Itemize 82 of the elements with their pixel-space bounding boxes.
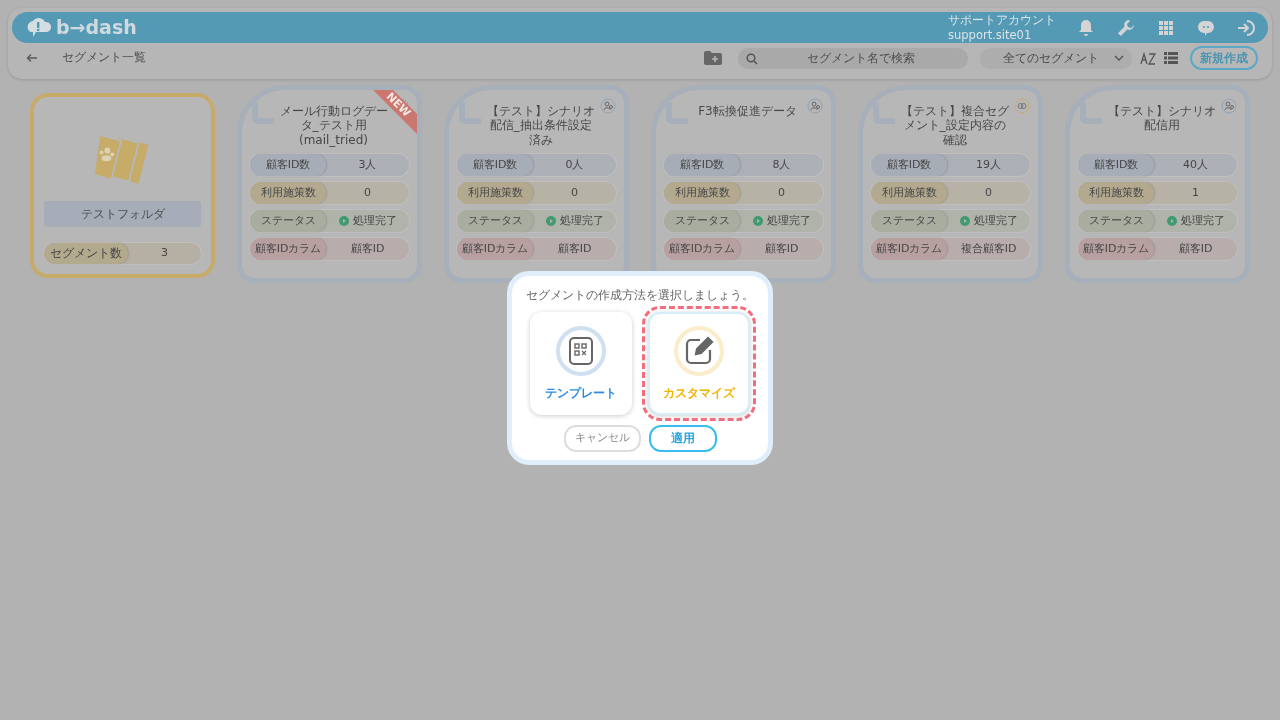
id-column-label: 顧客IDカラム [664, 238, 740, 260]
campaign-count-label: 利用施策数 [250, 182, 326, 204]
status-value: 処理完了 [766, 212, 811, 229]
customer-count-value: 8人 [772, 156, 791, 173]
id-column-value: 顧客ID [764, 240, 799, 257]
campaign-count-value: 1 [1192, 184, 1199, 201]
customer-count-value: 19人 [976, 156, 1001, 173]
id-column-label: 顧客IDカラム [250, 238, 326, 260]
segment-name: 【テスト】シナリオ配信_抽出条件設定済み [485, 104, 596, 148]
page-title: セグメント一覧 [62, 49, 146, 67]
id-column-value: 顧客ID [1178, 240, 1213, 257]
person-target-icon [600, 98, 616, 114]
id-column-label: 顧客IDカラム [1078, 238, 1154, 260]
play-icon [959, 216, 970, 226]
folder-name: テストフォルダ [44, 200, 201, 227]
sort-alphabetical-icon[interactable] [1140, 51, 1156, 65]
customer-count-label: 顧客ID数 [871, 154, 947, 176]
dialog-prompt: セグメントの作成方法を選択しましょう。 [526, 287, 754, 304]
status-label: ステータス [457, 210, 533, 232]
customer-count-label: 顧客ID数 [250, 154, 326, 176]
campaign-count-value: 0 [985, 184, 992, 201]
customer-count-label: 顧客ID数 [1078, 154, 1154, 176]
folder-card[interactable]: テストフォルダ セグメント数 3 [30, 93, 215, 278]
segment-count-label: セグメント数 [44, 242, 128, 264]
segment-card[interactable]: 【テスト】シナリオ配信_抽出条件設定済み 顧客ID数 0人 利用施策数 0 ステータス 処理完了 顧客IDカラム 顧客ID [444, 85, 629, 283]
campaign-count-label: 利用施策数 [871, 182, 947, 204]
folder-add-icon[interactable] [704, 51, 722, 65]
status-label: ステータス [871, 210, 947, 232]
segment-card[interactable]: F3転換促進データ 顧客ID数 8人 利用施策数 0 ステータス 処理完了 顧客IDカラム 顧客ID [651, 85, 836, 283]
customer-count-value: 40人 [1183, 156, 1208, 173]
campaign-count-value: 0 [778, 184, 785, 201]
campaign-count-label: 利用施策数 [457, 182, 533, 204]
apply-button[interactable]: 適用 [648, 425, 717, 452]
create-method-option[interactable]: テンプレート [530, 312, 632, 415]
id-column-value: 顧客ID [350, 240, 385, 257]
play-icon [338, 216, 349, 226]
id-column-value: 複合顧客ID [960, 240, 1017, 257]
back-arrow-icon[interactable] [26, 53, 38, 63]
campaign-count-label: 利用施策数 [1078, 182, 1154, 204]
status-value: 処理完了 [559, 212, 604, 229]
campaign-count-value: 0 [364, 184, 371, 201]
sign-in-icon[interactable] [1236, 17, 1256, 38]
segment-name: 【テスト】シナリオ配信用 [1106, 104, 1217, 135]
campaign-count-label: 利用施策数 [664, 182, 740, 204]
status-label: ステータス [664, 210, 740, 232]
play-icon [752, 216, 763, 226]
search-icon [746, 52, 758, 65]
template-icon [568, 335, 594, 366]
linked-circles-icon [1014, 98, 1030, 114]
id-column-label: 顧客IDカラム [871, 238, 947, 260]
campaign-count-value: 0 [571, 184, 578, 201]
segment-name: 【テスト】複合セグメント_設定内容の確認 [899, 104, 1010, 148]
list-view-icon[interactable] [1164, 52, 1178, 64]
status-value: 処理完了 [1180, 212, 1225, 229]
play-icon [545, 216, 556, 226]
customer-count-label: 顧客ID数 [664, 154, 740, 176]
customer-count-value: 0人 [565, 156, 584, 173]
wrench-icon[interactable] [1116, 17, 1136, 38]
segment-name: F3転換促進データ [697, 104, 798, 120]
customer-count-label: 顧客ID数 [457, 154, 533, 176]
chevron-down-icon [1114, 55, 1124, 61]
id-column-label: 顧客IDカラム [457, 238, 533, 260]
segment-count-value: 3 [160, 245, 169, 262]
edit-icon [684, 335, 714, 366]
person-target-icon [807, 98, 823, 114]
account-id: support.site01 [948, 27, 1033, 42]
segment-filter-dropdown[interactable]: 全てのセグメント [980, 47, 1132, 69]
segment-card[interactable]: 【テスト】シナリオ配信用 顧客ID数 40人 利用施策数 1 ステータス 処理完了 顧客IDカラム 顧客ID [1065, 85, 1250, 283]
status-label: ステータス [1078, 210, 1154, 232]
id-column-value: 顧客ID [557, 240, 592, 257]
status-value: 処理完了 [973, 212, 1018, 229]
segment-card[interactable]: 【テスト】複合セグメント_設定内容の確認 顧客ID数 19人 利用施策数 0 ステータス 処理完了 顧客IDカラム 複合顧客ID [858, 85, 1043, 283]
account-name: サポートアカウント [948, 13, 1056, 28]
status-label: ステータス [250, 210, 326, 232]
status-value: 処理完了 [352, 212, 397, 229]
play-icon [1166, 216, 1177, 226]
cancel-button[interactable]: キャンセル [563, 425, 641, 452]
logo-text[interactable]: b→dash [56, 13, 137, 42]
customer-count-value: 3人 [358, 156, 377, 173]
segment-name: メール行動ログデータ_テスト用(mail_tried) [278, 104, 388, 148]
person-target-icon [1221, 98, 1237, 114]
search-field[interactable]: セグメント名で検索 [738, 47, 968, 69]
